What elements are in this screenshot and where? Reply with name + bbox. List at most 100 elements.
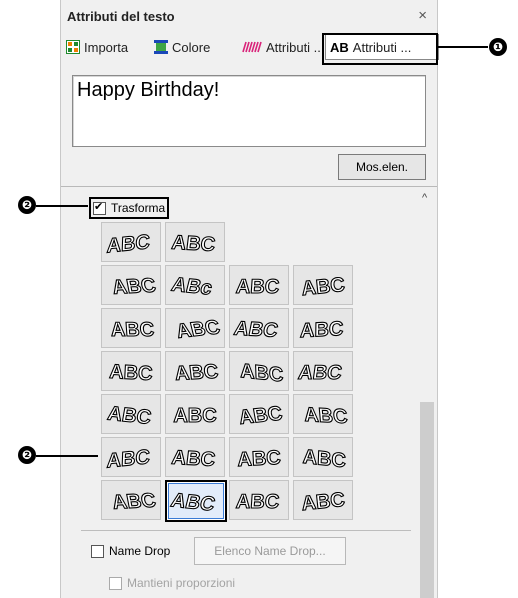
svg-text:ABC: ABC: [169, 490, 217, 516]
scroll-thumb[interactable]: [420, 402, 434, 598]
trasforma-label: Trasforma: [111, 201, 166, 215]
transform-style-option[interactable]: ABC: [229, 308, 289, 348]
svg-text:ABC: ABC: [110, 275, 157, 299]
transform-style-option[interactable]: ABC: [293, 265, 353, 305]
transform-style-option[interactable]: ABC: [165, 480, 227, 522]
abc-sample-icon: ABC: [110, 274, 159, 299]
abc-sample-icon: ABC: [303, 403, 349, 428]
svg-text:ABC: ABC: [301, 489, 346, 515]
abc-sample-icon: ABC: [237, 402, 285, 429]
panel-title: Attributi del testo: [67, 9, 175, 24]
text-input[interactable]: Happy Birthday!: [72, 75, 426, 147]
svg-text:ABC: ABC: [237, 447, 281, 471]
abc-sample-icon: ABC: [235, 490, 281, 513]
svg-text:ABC: ABC: [106, 446, 150, 473]
svg-text:ABC: ABC: [110, 319, 155, 341]
stitch-pattern-icon: [242, 41, 262, 53]
text-attributes-panel: Attributi del testo × Importa Colore Att…: [60, 0, 439, 598]
svg-text:ABC: ABC: [173, 405, 216, 427]
svg-text:ABC: ABC: [174, 317, 222, 343]
callout-highlight-tab: [322, 33, 438, 65]
title-bar: Attributi del testo ×: [61, 0, 437, 32]
transform-style-option[interactable]: ABC: [165, 351, 225, 391]
mos-elen-button[interactable]: Mos.elen.: [338, 154, 426, 180]
name-drop-checkbox[interactable]: Name Drop: [91, 544, 170, 558]
abc-sample-icon: ABC: [170, 446, 217, 471]
svg-text:ABC: ABC: [232, 318, 279, 342]
abc-sample-icon: ABC: [109, 318, 155, 341]
svg-text:ABC: ABC: [240, 360, 284, 387]
svg-text:ABC: ABC: [300, 318, 344, 342]
transform-style-option[interactable]: ABC: [165, 394, 225, 434]
transform-style-option[interactable]: ABc: [165, 265, 225, 305]
scroll-up-icon[interactable]: ^: [422, 192, 427, 204]
transform-style-option[interactable]: ABC: [101, 437, 161, 477]
svg-text:ABC: ABC: [170, 232, 216, 256]
transform-style-option[interactable]: ABC: [293, 480, 353, 520]
vertical-scrollbar[interactable]: ^: [418, 188, 436, 598]
abc-sample-icon: ABC: [300, 273, 347, 301]
transform-style-option[interactable]: ABC: [293, 394, 353, 434]
abc-sample-icon: ABC: [173, 404, 217, 427]
svg-text:ABC: ABC: [110, 490, 157, 514]
transform-style-option[interactable]: ABC: [229, 265, 289, 305]
svg-text:ABC: ABC: [301, 274, 346, 300]
abc-sample-icon: ABC: [108, 360, 154, 385]
transform-style-option[interactable]: ABC: [165, 437, 225, 477]
svg-text:ABC: ABC: [237, 403, 284, 429]
transform-style-option[interactable]: ABC: [101, 308, 161, 348]
tab-colore[interactable]: Colore: [154, 35, 210, 59]
text-input-value: Happy Birthday!: [77, 79, 220, 101]
transform-style-option[interactable]: ABC: [101, 265, 161, 305]
tab-attributi-stitch[interactable]: Attributi ..: [242, 35, 321, 59]
svg-text:ABC: ABC: [109, 361, 153, 385]
transform-style-option[interactable]: ABC: [101, 480, 161, 520]
callout-number-1: ❶: [489, 38, 507, 56]
elenco-name-drop-button[interactable]: Elenco Name Drop...: [194, 537, 346, 565]
transform-style-option[interactable]: ABC: [229, 437, 289, 477]
transform-style-option[interactable]: ABC: [101, 351, 161, 391]
svg-text:ABC: ABC: [235, 276, 280, 298]
abc-sample-icon: ABC: [110, 489, 159, 514]
transform-style-option[interactable]: ABC: [101, 394, 161, 434]
svg-text:ABC: ABC: [303, 404, 348, 428]
close-icon[interactable]: ×: [418, 7, 427, 24]
mantieni-label: Mantieni proporzioni: [127, 576, 236, 590]
transform-style-option[interactable]: ABC: [293, 351, 353, 391]
abc-sample-icon: ABC: [170, 231, 217, 256]
abc-sample-icon: ABC: [168, 489, 217, 516]
svg-text:ABC: ABC: [235, 491, 280, 513]
transform-style-option[interactable]: ABC: [229, 480, 289, 520]
abc-sample-icon: ABC: [173, 360, 220, 385]
transform-style-option[interactable]: ABC: [293, 437, 353, 477]
transform-style-option[interactable]: ABC: [165, 222, 225, 262]
transform-style-option[interactable]: ABC: [229, 351, 289, 391]
abc-sample-icon: ABc: [169, 273, 215, 300]
abc-sample-icon: ABC: [296, 362, 343, 385]
divider: [81, 530, 411, 531]
mantieni-proporzioni-checkbox[interactable]: Mantieni proporzioni: [109, 576, 235, 590]
callout-number-2: ❷: [18, 196, 36, 214]
trasforma-checkbox[interactable]: Trasforma: [89, 197, 170, 219]
abc-sample-icon: ABC: [302, 445, 347, 473]
tab-importa[interactable]: Importa: [66, 35, 128, 59]
import-grid-icon: [66, 40, 80, 54]
svg-text:ABC: ABC: [297, 362, 343, 384]
callout-line: [436, 46, 488, 48]
tab-label: Importa: [84, 39, 129, 55]
transform-style-option[interactable]: ABC: [101, 222, 161, 262]
transform-style-option[interactable]: ABC: [165, 308, 225, 348]
svg-text:ABc: ABc: [169, 274, 214, 300]
transform-style-option[interactable]: ABC: [293, 308, 353, 348]
abc-sample-icon: ABC: [173, 316, 222, 343]
tab-label: Colore: [172, 39, 211, 55]
checkbox-box: [93, 200, 106, 215]
abc-sample-icon: ABC: [235, 275, 281, 298]
transform-style-option[interactable]: ABC: [229, 394, 289, 434]
checkbox-box: [109, 576, 122, 590]
abc-sample-icon: ABC: [299, 317, 344, 342]
abc-sample-icon: ABC: [239, 359, 284, 387]
abc-sample-icon: ABC: [300, 488, 347, 516]
svg-text:ABC: ABC: [106, 231, 150, 258]
abc-sample-icon: ABC: [232, 317, 281, 342]
